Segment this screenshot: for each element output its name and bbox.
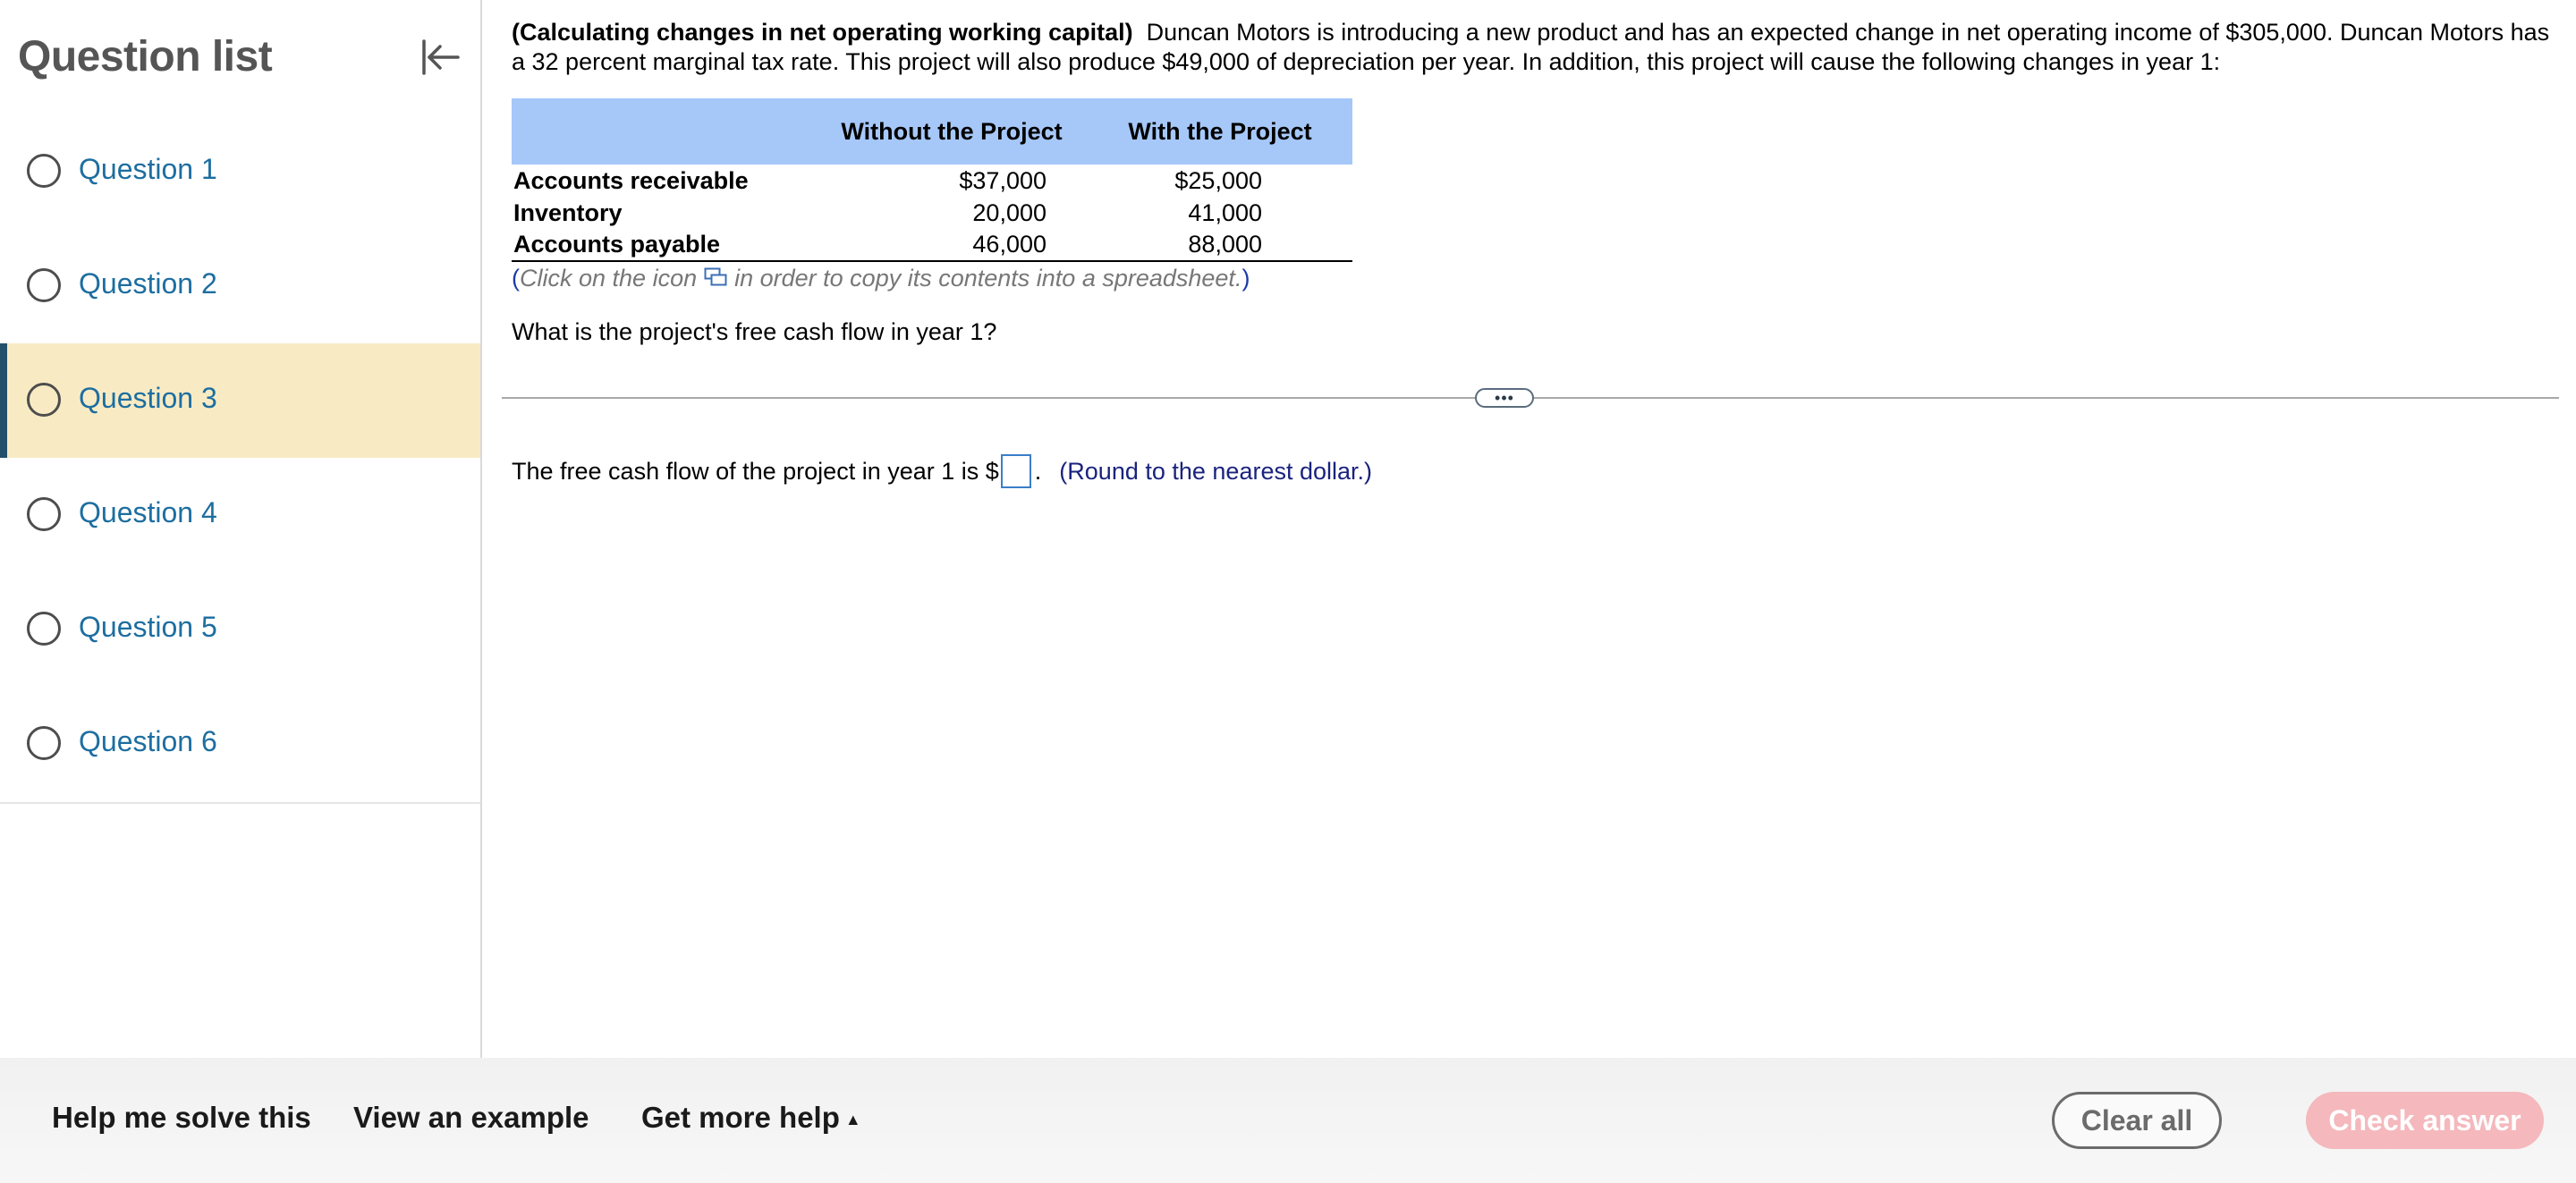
- problem-statement: (Calculating changes in net operating wo…: [512, 18, 2560, 77]
- table-row: Inventory 20,000 41,000: [512, 197, 1352, 229]
- clear-all-button[interactable]: Clear all: [2052, 1092, 2222, 1149]
- answer-suffix: .: [1034, 457, 1042, 485]
- question-item-4[interactable]: Question 4: [0, 458, 480, 572]
- table-header-cell: With the Project: [1128, 117, 1312, 145]
- table-header-cell: [512, 98, 816, 165]
- table-row: Accounts payable 46,000 88,000: [512, 229, 1352, 261]
- question-item-6[interactable]: Question 6: [0, 687, 480, 801]
- copy-instruction-note: (Click on the icon in order to copy its c…: [512, 265, 1250, 293]
- app-window: Question list Question 1 Question 2 Ques…: [0, 0, 2576, 1183]
- question-item-2[interactable]: Question 2: [0, 229, 480, 343]
- cell-without-project: 46,000: [972, 231, 1046, 258]
- view-example-button[interactable]: View an example: [353, 1101, 589, 1135]
- cell-without-project: $37,000: [959, 166, 1046, 194]
- divider-expand-handle[interactable]: •••: [1475, 388, 1534, 408]
- question-status-radio-icon: [27, 726, 61, 760]
- answer-line: The free cash flow of the project in yea…: [512, 454, 1372, 488]
- check-answer-button[interactable]: Check answer: [2306, 1092, 2544, 1149]
- footer-toolbar: Help me solve this View an example Get m…: [0, 1058, 2576, 1183]
- table-header-cell: Without the Project: [841, 117, 1063, 145]
- table-row: Accounts receivable $37,000 $25,000: [512, 165, 1352, 197]
- caret-up-icon: ▲: [844, 1110, 861, 1128]
- cell-with-project: 88,000: [1188, 231, 1262, 258]
- copy-to-spreadsheet-icon[interactable]: [704, 266, 727, 293]
- collapse-left-icon: [422, 39, 460, 75]
- table-header-row: Without the Project With the Project: [512, 98, 1352, 165]
- question-label: Question 3: [79, 382, 217, 414]
- sidebar-header: Question list: [0, 0, 480, 114]
- question-list-sidebar: Question list Question 1 Question 2 Ques…: [0, 0, 482, 1058]
- answer-prefix: The free cash flow of the project in yea…: [512, 457, 999, 485]
- question-panel: (Calculating changes in net operating wo…: [484, 0, 2576, 1058]
- data-table: Without the Project With the Project Acc…: [512, 98, 1352, 262]
- question-label: Question 2: [79, 267, 217, 300]
- row-label: Accounts receivable: [513, 166, 749, 194]
- free-cash-flow-input[interactable]: [1000, 454, 1031, 488]
- question-label: Question 4: [79, 496, 217, 528]
- get-more-help-button[interactable]: Get more help ▲: [641, 1101, 861, 1135]
- row-label: Inventory: [513, 199, 623, 226]
- rounding-note: (Round to the nearest dollar.): [1059, 457, 1373, 485]
- problem-title: (Calculating changes in net operating wo…: [512, 19, 1133, 46]
- question-item-1[interactable]: Question 1: [0, 114, 480, 229]
- row-label: Accounts payable: [513, 231, 721, 258]
- cell-with-project: $25,000: [1174, 166, 1262, 194]
- note-text-after: in order to copy its contents into a spr…: [734, 265, 1242, 292]
- note-close-paren: ): [1241, 265, 1250, 292]
- question-status-radio-icon: [27, 154, 61, 188]
- question-status-radio-icon: [27, 268, 61, 302]
- note-open-paren: (: [512, 265, 520, 292]
- question-item-3[interactable]: Question 3: [0, 343, 480, 458]
- question-label: Question 1: [79, 153, 217, 185]
- sidebar-title: Question list: [18, 33, 273, 80]
- collapse-sidebar-button[interactable]: [411, 32, 469, 82]
- help-me-solve-button[interactable]: Help me solve this: [52, 1101, 311, 1135]
- sidebar-divider: [0, 802, 480, 804]
- question-label: Question 6: [79, 725, 217, 757]
- question-prompt: What is the project's free cash flow in …: [512, 318, 997, 345]
- question-status-radio-icon: [27, 383, 61, 417]
- question-status-radio-icon: [27, 497, 61, 531]
- question-item-5[interactable]: Question 5: [0, 572, 480, 687]
- cell-with-project: 41,000: [1188, 199, 1262, 226]
- get-more-help-label: Get more help: [641, 1101, 840, 1134]
- question-status-radio-icon: [27, 612, 61, 646]
- question-list: Question 1 Question 2 Question 3 Questio…: [0, 114, 480, 801]
- note-text-before: Click on the icon: [520, 265, 698, 292]
- cell-without-project: 20,000: [972, 199, 1046, 226]
- question-label: Question 5: [79, 611, 217, 643]
